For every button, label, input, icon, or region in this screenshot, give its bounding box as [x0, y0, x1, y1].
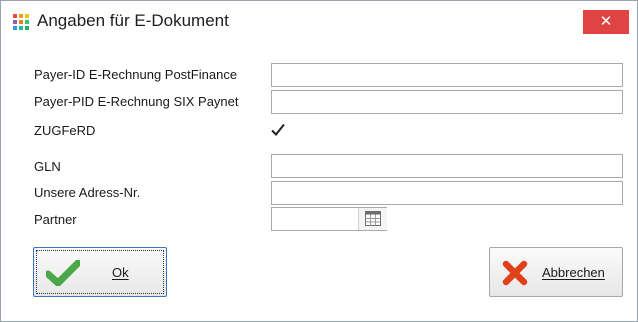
payer-id-field[interactable]: [271, 63, 623, 87]
zugferd-checkbox[interactable]: [269, 121, 287, 139]
close-icon: ✕: [599, 13, 613, 30]
calendar-button[interactable]: [358, 208, 387, 230]
zugferd-label: ZUGFeRD: [34, 123, 96, 138]
payer-pid-field[interactable]: [271, 90, 623, 114]
ok-label: Ok: [112, 265, 129, 280]
calendar-icon: [365, 211, 381, 226]
payer-id-label: Payer-ID E-Rechnung PostFinance: [34, 67, 238, 82]
x-mark-icon: [502, 260, 528, 286]
title-bar[interactable]: Angaben für E-Dokument ✕: [1, 1, 637, 43]
dialog-window: Angaben für E-Dokument ✕ Payer-ID E-Rech…: [0, 0, 638, 322]
gln-label: GLN: [34, 159, 61, 174]
app-grid-icon: [13, 14, 29, 30]
cancel-label: Abbrechen: [542, 265, 605, 280]
partner-field[interactable]: [271, 207, 387, 231]
checkmark-icon: [46, 260, 80, 286]
window-title: Angaben für E-Dokument: [37, 11, 229, 30]
adress-nr-field[interactable]: [271, 181, 623, 205]
close-button[interactable]: ✕: [583, 10, 629, 34]
adress-nr-label: Unsere Adress-Nr.: [34, 185, 141, 200]
partner-label: Partner: [34, 212, 77, 227]
cancel-button[interactable]: Abbrechen: [489, 247, 623, 297]
gln-field[interactable]: [271, 154, 623, 178]
checkmark-icon: [271, 123, 285, 136]
ok-button[interactable]: Ok: [33, 247, 167, 297]
payer-pid-label: Payer-PID E-Rechnung SIX Paynet: [34, 94, 239, 109]
